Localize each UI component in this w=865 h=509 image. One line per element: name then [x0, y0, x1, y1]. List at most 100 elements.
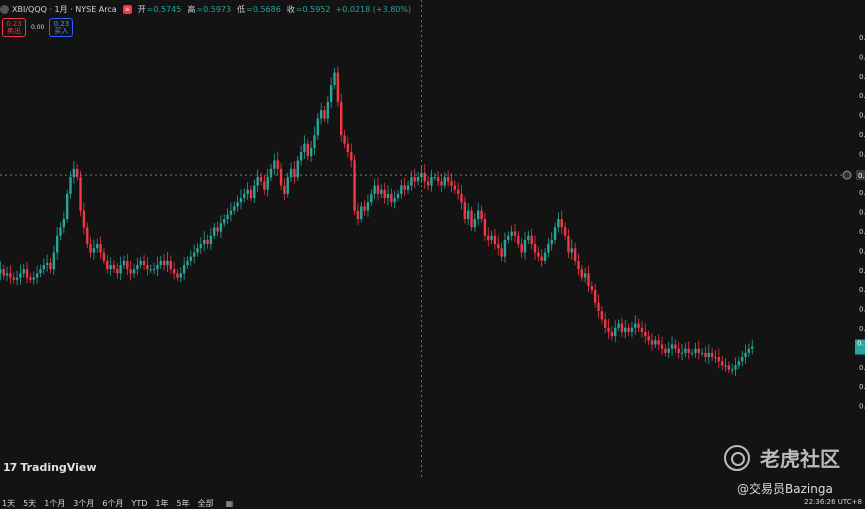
- candle-body: [329, 85, 333, 102]
- open-value: =0.5745: [146, 4, 182, 14]
- sell-button[interactable]: 0.23 卖出: [2, 18, 26, 37]
- range-bar: 1天 5天 1个月 3个月 6个月 YTD 1年 5年 全部 ▦: [0, 497, 865, 509]
- candle-body: [477, 210, 480, 219]
- symbol-title[interactable]: XBI/QQQ · 1月 · NYSE Arca: [12, 4, 117, 15]
- watermark: 老虎社区: [724, 443, 840, 472]
- candle-body: [59, 227, 62, 236]
- range-6[interactable]: 1年: [155, 498, 168, 509]
- candle-body: [520, 244, 523, 253]
- price-tick: 0.: [859, 189, 865, 197]
- candle-body: [697, 348, 700, 353]
- price-tick: 0.: [859, 267, 865, 275]
- change-value: +0.0218 (+3.80%): [335, 4, 412, 14]
- candle-body: [152, 269, 156, 271]
- candle-body: [537, 252, 540, 257]
- spread-value: 0.00: [31, 24, 45, 31]
- candle-body: [306, 143, 309, 157]
- candle-body: [323, 110, 326, 119]
- candle-body: [393, 198, 396, 203]
- candle-body: [76, 168, 79, 178]
- candle-body: [517, 235, 520, 245]
- candle-body: [253, 185, 256, 199]
- candle-body: [219, 223, 223, 232]
- candle-body: [156, 265, 159, 270]
- candle-body: [132, 269, 136, 274]
- candle-body: [136, 265, 139, 270]
- candle-body: [256, 177, 259, 186]
- candle-body: [573, 248, 577, 261]
- candle-body: [182, 265, 186, 274]
- candle-body: [560, 219, 563, 228]
- candle-body: [72, 168, 76, 178]
- add-alert-icon[interactable]: [842, 170, 852, 180]
- candle-body: [446, 177, 450, 182]
- candle-body: [497, 244, 500, 249]
- candle-body: [644, 331, 647, 337]
- candle-body: [410, 177, 413, 186]
- price-tick: 0.: [859, 34, 865, 42]
- range-7[interactable]: 5年: [177, 498, 190, 509]
- crosshair-price-text: 0.: [858, 172, 865, 180]
- range-4[interactable]: 6个月: [102, 498, 123, 509]
- candle-body: [610, 331, 614, 337]
- buy-button[interactable]: 0.23 买入: [49, 18, 74, 37]
- candle-body: [557, 219, 560, 228]
- candle-body: [650, 340, 654, 345]
- indicator-icon[interactable]: ≡: [122, 4, 132, 14]
- candle-body: [296, 160, 299, 178]
- range-0[interactable]: 1天: [2, 498, 15, 509]
- candle-body: [390, 193, 393, 203]
- range-2[interactable]: 1个月: [44, 498, 65, 509]
- price-chart[interactable]: 0. 0. 0. 0. 0. 0. 0. 0. 0. 0. 0. 0. 0. 0. 0. 0. 0. 0. 0. 0.…: [0, 0, 865, 480]
- candle-body: [340, 101, 343, 136]
- candle-body: [122, 260, 126, 266]
- candle-body: [386, 193, 390, 199]
- calendar-icon[interactable]: ▦: [226, 499, 234, 508]
- candle-body: [634, 323, 637, 328]
- range-1[interactable]: 5天: [23, 498, 36, 509]
- candle-body: [172, 269, 176, 274]
- candle-body: [279, 168, 283, 186]
- range-8[interactable]: 全部: [198, 498, 214, 509]
- candle-body: [126, 260, 129, 270]
- candle-body: [22, 269, 25, 274]
- candle-body: [577, 260, 580, 270]
- candle-body: [169, 260, 172, 270]
- candle-body: [246, 189, 249, 194]
- candle-body: [109, 265, 112, 270]
- candle-body: [350, 152, 353, 161]
- candle-body: [316, 118, 320, 136]
- candle-body: [223, 219, 226, 224]
- tradingview-logo[interactable]: 17 TradingView: [3, 461, 97, 474]
- candle-body: [530, 235, 533, 245]
- candle-body: [570, 248, 573, 253]
- candle-body: [273, 160, 276, 169]
- candle-body: [2, 269, 5, 276]
- candles: [0, 66, 754, 377]
- candle-body: [734, 365, 737, 370]
- candle-body: [32, 277, 35, 280]
- candle-body: [233, 206, 236, 211]
- candle-body: [236, 202, 239, 207]
- candle-body: [657, 340, 660, 345]
- candle-body: [727, 365, 731, 370]
- candle-body: [189, 256, 193, 261]
- candle-body: [79, 177, 82, 211]
- candle-body: [620, 323, 624, 332]
- candle-body: [366, 202, 370, 211]
- candle-body: [396, 193, 400, 199]
- range-5[interactable]: YTD: [131, 499, 147, 508]
- candle-body: [112, 265, 116, 270]
- candle-body: [737, 361, 741, 366]
- candle-body: [670, 344, 674, 349]
- candle-body: [309, 147, 313, 157]
- candle-body: [500, 248, 503, 257]
- candle-body: [436, 177, 440, 182]
- price-tick: 0.: [859, 228, 865, 236]
- range-3[interactable]: 3个月: [73, 498, 94, 509]
- candle-body: [213, 227, 216, 236]
- candle-body: [186, 260, 189, 266]
- candle-body: [724, 365, 727, 367]
- candle-body: [139, 260, 142, 266]
- candle-body: [406, 185, 410, 190]
